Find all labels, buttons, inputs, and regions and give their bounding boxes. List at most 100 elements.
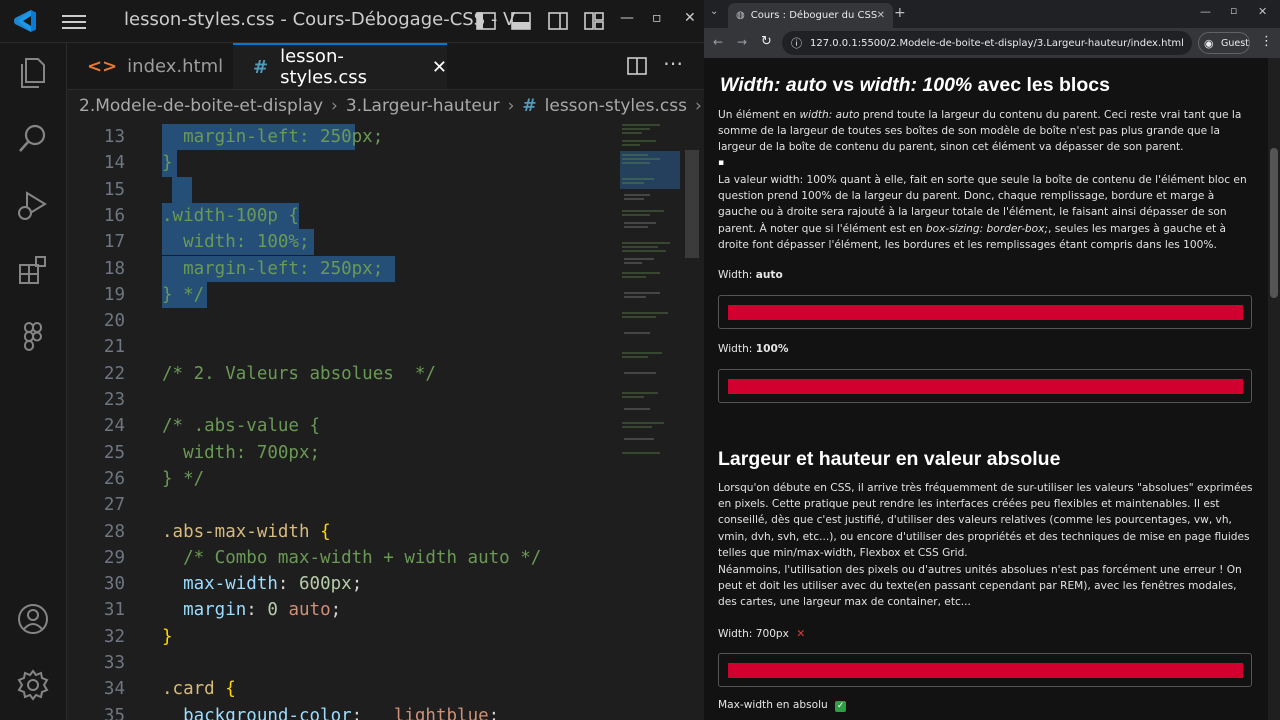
breadcrumb: 2.Modele-de-boite-et-display › 3.Largeur… — [67, 90, 704, 122]
more-actions-icon[interactable]: ⋯ — [663, 51, 683, 75]
extensions-icon[interactable] — [15, 253, 51, 289]
code-text: } */ — [162, 284, 205, 305]
code-line[interactable]: 19 } */ — [67, 281, 627, 309]
back-icon[interactable]: ← — [713, 35, 723, 49]
paragraph-width-100: La valeur width: 100% quant à elle, fait… — [718, 172, 1254, 253]
tab-lesson-styles-css[interactable]: # lesson-styles.css ✕ — [233, 43, 447, 89]
line-number: 26 — [103, 468, 125, 489]
line-number: 13 — [103, 127, 125, 147]
code-text: width: 700px; — [162, 442, 321, 463]
code-line[interactable]: 14} — [67, 150, 627, 177]
close-tab-icon[interactable]: ✕ — [432, 57, 447, 78]
bullet-icon: ▪ — [718, 158, 725, 168]
code-line[interactable]: 28 .abs-max-width { — [67, 519, 627, 545]
split-editor-icon[interactable] — [626, 55, 648, 77]
code-text: } — [162, 626, 173, 647]
maximize-icon[interactable]: ▫ — [652, 10, 662, 26]
browser-tab[interactable]: ◍ Cours : Déboguer du CSS ✕ — [728, 3, 893, 28]
minimize-icon[interactable]: — — [1200, 5, 1211, 18]
code-line[interactable]: 33 — [67, 650, 627, 676]
code-editor[interactable]: 13 margin-left: 250px; 14} 15 16 .width-100p… — [67, 123, 704, 720]
figma-icon[interactable] — [15, 319, 51, 355]
heading-code-100: width: 100% — [859, 74, 973, 96]
url-text: 127.0.0.1:5500/2.Modele-de-boite-et-disp… — [810, 37, 1184, 49]
label-width-auto: Width: auto — [718, 269, 783, 281]
explorer-icon[interactable] — [15, 55, 51, 91]
label-max-width: Max-width en absolu ✓ — [718, 699, 847, 712]
run-debug-icon[interactable] — [15, 187, 51, 223]
code-line[interactable]: 17 width: 100%; — [67, 229, 627, 256]
code-line[interactable]: 27 — [67, 492, 627, 518]
profile-button[interactable]: ◉ Guest — [1198, 32, 1250, 54]
code-line[interactable]: 25 width: 700px; — [67, 440, 627, 466]
code-line[interactable]: 22 /* 2. Valeurs absolues */ — [67, 361, 627, 387]
demo-bar — [728, 663, 1243, 678]
menu-icon[interactable] — [62, 12, 86, 30]
code-line[interactable]: 20 — [67, 308, 627, 334]
code-line[interactable]: 30 max-width: 600px; — [67, 571, 627, 597]
cross-mark-icon: ✕ — [796, 628, 806, 640]
site-info-icon[interactable]: ⓘ — [791, 35, 802, 51]
code-text: box-sizing: border-box; — [925, 222, 1048, 235]
maximize-icon[interactable]: ▫ — [1230, 4, 1237, 17]
browser-menu-icon[interactable]: ⋮ — [1260, 34, 1273, 49]
code-line[interactable]: 34 .card { — [67, 676, 627, 702]
heading-vs: vs — [827, 74, 860, 96]
breadcrumb-subfolder[interactable]: 3.Largeur-hauteur — [346, 96, 500, 116]
code-text: margin: 0 auto; — [183, 600, 342, 621]
code-text: margin-left: 250px; — [162, 127, 384, 147]
minimap[interactable] — [620, 123, 684, 483]
value: 100% — [755, 343, 789, 355]
address-bar[interactable]: ⓘ 127.0.0.1:5500/2.Modele-de-boite-et-di… — [782, 31, 1192, 55]
tab-search-icon[interactable]: ⌄ — [710, 6, 718, 17]
code-line[interactable]: 15 — [67, 176, 627, 203]
code-line[interactable]: 16 .width-100p { — [67, 202, 627, 230]
code-line[interactable]: 29 /* Combo max-width + width auto */ — [67, 545, 627, 571]
line-number: 21 — [103, 337, 125, 358]
customize-layout-icon[interactable] — [583, 10, 605, 32]
text: Width: — [718, 269, 756, 281]
code-line[interactable]: 26} */ — [67, 466, 627, 492]
settings-gear-icon[interactable] — [15, 667, 51, 703]
code-line[interactable]: 31 margin: 0 auto; — [67, 597, 627, 623]
code-line[interactable]: 24 /* .abs-value { — [67, 413, 627, 439]
code-line[interactable]: 21 — [67, 334, 627, 360]
text: Un élément en — [718, 109, 800, 121]
scrollbar-thumb[interactable] — [1270, 148, 1278, 298]
editor-tabs: <> index.html # lesson-styles.css ✕ ⋯ — [67, 43, 704, 90]
code-line[interactable]: 13 margin-left: 250px; — [67, 124, 627, 151]
text: Width: 700px — [718, 628, 789, 640]
page-scrollbar[interactable] — [1268, 58, 1280, 720]
reload-icon[interactable]: ↻ — [761, 34, 772, 49]
demo-box-auto — [718, 295, 1252, 329]
heading-code-auto: Width: auto — [720, 74, 828, 96]
line-number: 23 — [103, 390, 125, 410]
code-line[interactable]: 23 — [67, 387, 627, 413]
label-width-100: Width: 100% — [718, 343, 788, 355]
line-number: 19 — [103, 284, 125, 305]
toggle-primary-sidebar-icon[interactable] — [475, 10, 497, 32]
close-tab-icon[interactable]: ✕ — [877, 10, 885, 21]
tab-index-html[interactable]: <> index.html — [67, 43, 232, 89]
forward-icon[interactable]: → — [737, 35, 747, 49]
new-tab-icon[interactable]: + — [894, 5, 906, 21]
code-line[interactable]: 32} — [67, 624, 627, 650]
minimize-icon[interactable]: — — [620, 10, 634, 26]
close-window-icon[interactable]: ✕ — [684, 10, 696, 26]
vscode-logo-icon[interactable] — [12, 8, 38, 34]
paragraph-absolute-1: Lorsqu'on débute en CSS, il arrive très … — [718, 482, 1253, 559]
code-text: /* 2. Valeurs absolues */ — [162, 363, 436, 384]
breadcrumb-folder[interactable]: 2.Modele-de-boite-et-display — [79, 96, 323, 116]
code-line[interactable]: 18 margin-left: 250px; — [67, 255, 627, 282]
editor-scrollbar[interactable] — [685, 150, 699, 258]
toggle-secondary-sidebar-icon[interactable] — [547, 10, 569, 32]
search-icon[interactable] — [15, 121, 51, 157]
close-window-icon[interactable]: ✕ — [1258, 5, 1267, 18]
toggle-panel-icon[interactable] — [510, 10, 532, 32]
account-icon[interactable] — [15, 601, 51, 637]
line-number: 20 — [103, 311, 125, 332]
line-number: 16 — [103, 205, 125, 226]
demo-box-700px — [718, 653, 1252, 687]
code-line[interactable]: 35 background-color: lightblue; — [67, 703, 627, 720]
breadcrumb-file[interactable]: lesson-styles.css — [545, 96, 687, 116]
